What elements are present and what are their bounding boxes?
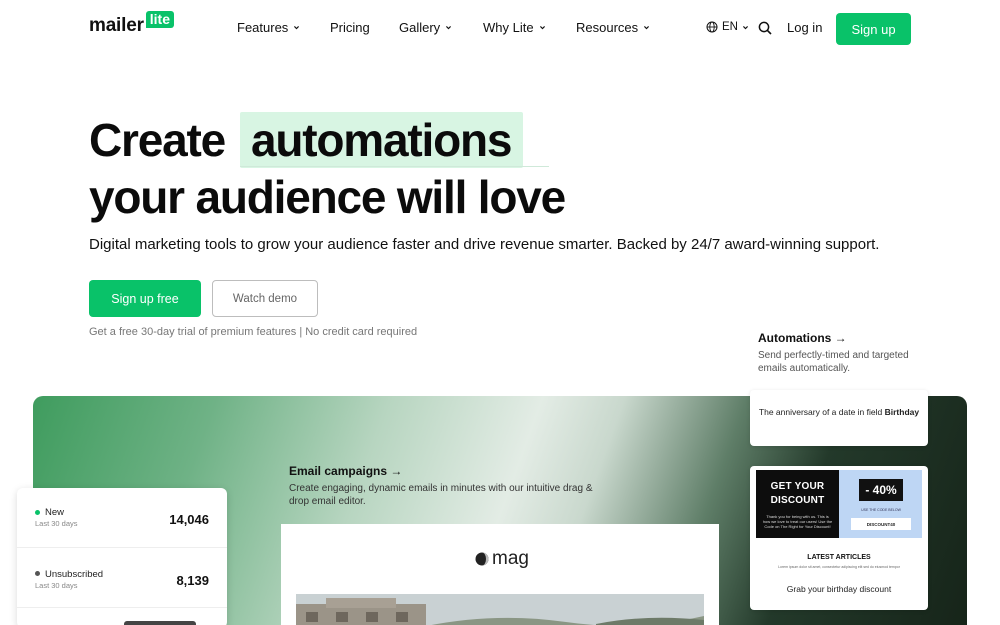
stats-bar (124, 621, 196, 625)
promo-dark-block: GET YOUR DISCOUNT Thank you for being wi… (756, 470, 839, 538)
promo-discount-block: - 40% USE THE CODE BELOW DISCOUNT40 (839, 470, 922, 538)
chevron-down-icon (644, 26, 650, 30)
stat-value: 8,139 (176, 573, 209, 588)
search-icon[interactable] (758, 21, 772, 35)
stat-sub: Last 30 days (35, 581, 78, 590)
building-photo (296, 594, 704, 625)
email-preview-brand-name: mag (492, 548, 529, 569)
subscriber-stats-card: New Last 30 days 14,046 Unsubscribed Las… (17, 488, 227, 625)
nav-item-label: Resources (576, 20, 639, 35)
stat-row-new: New Last 30 days 14,046 (17, 488, 227, 548)
stat-label: New (45, 507, 65, 518)
stat-label: Unsubscribed (45, 569, 104, 580)
headline-line-2: your audience will love (89, 171, 566, 223)
stat-value: 14,046 (169, 512, 209, 527)
trigger-text: The anniversary of a date in field (758, 407, 883, 417)
email-campaigns-description: Create engaging, dynamic emails in minut… (289, 483, 593, 507)
nav-item-resources[interactable]: Resources (576, 20, 650, 35)
latest-articles-sub: Lorem ipsum dolor sit amet, consectetur … (778, 565, 900, 569)
latest-articles-title: LATEST ARTICLES (807, 554, 871, 561)
nav-item-label: Why Lite (483, 20, 534, 35)
nav-item-pricing[interactable]: Pricing (330, 20, 370, 35)
stat-sub: Last 30 days (35, 519, 78, 528)
chevron-down-icon (294, 26, 300, 30)
nav-item-gallery[interactable]: Gallery (399, 20, 452, 35)
promo-headline: GET YOUR DISCOUNT (756, 470, 839, 508)
automation-trigger-card: The anniversary of a date in field Birth… (750, 390, 928, 446)
language-label: EN (722, 21, 738, 33)
logo-badge: lite (145, 11, 175, 28)
hero-subtitle: Digital marketing tools to grow your aud… (89, 236, 880, 253)
signup-button[interactable]: Sign up (836, 13, 911, 45)
promo-percent: - 40% (859, 479, 903, 501)
nav-item-why-lite[interactable]: Why Lite (483, 20, 546, 35)
status-dot (35, 510, 40, 515)
nav-item-features[interactable]: Features (237, 20, 300, 35)
language-selector[interactable]: EN (706, 21, 749, 33)
chevron-down-icon (742, 25, 748, 29)
automations-description: Send perfectly-timed and targeted emails… (758, 350, 909, 374)
chevron-down-icon (446, 26, 452, 30)
login-link[interactable]: Log in (787, 20, 822, 35)
headline-highlight-word: automations (251, 114, 512, 166)
birthday-caption: Grab your birthday discount (786, 584, 892, 594)
top-navigation: mailer lite Features Pricing Gallery Why… (0, 0, 1000, 58)
mag-logo-icon (475, 552, 489, 566)
email-campaigns-link[interactable]: Email campaigns → (289, 464, 402, 478)
nav-item-label: Features (237, 20, 289, 35)
nav-item-label: Gallery (399, 20, 441, 35)
globe-icon (706, 21, 718, 33)
birthday-email-card: GET YOUR DISCOUNT Thank you for being wi… (750, 466, 928, 610)
headline-line-1: Create (89, 114, 226, 166)
email-preview-image (296, 594, 704, 625)
promo-headline-2: DISCOUNT (770, 495, 825, 506)
status-dot (35, 571, 40, 576)
signup-free-button[interactable]: Sign up free (89, 280, 201, 317)
stat-row-unsubscribed: Unsubscribed Last 30 days 8,139 (17, 548, 227, 608)
logo-word: mailer (89, 15, 144, 36)
promo-headline-1: GET YOUR (770, 481, 825, 492)
watch-demo-button[interactable]: Watch demo (212, 280, 318, 317)
email-preview-brand: mag (475, 548, 529, 570)
promo-code-note: USE THE CODE BELOW (861, 508, 901, 512)
promo-code: DISCOUNT40 (851, 518, 911, 530)
latest-articles: LATEST ARTICLES Lorem ipsum dolor sit am… (756, 538, 922, 574)
automations-link[interactable]: Automations → (758, 331, 847, 345)
trigger-field: Birthday (884, 407, 920, 417)
trial-note: Get a free 30-day trial of premium featu… (89, 326, 418, 338)
nav-item-label: Pricing (330, 20, 370, 35)
chevron-down-icon (539, 26, 545, 30)
mailerlite-logo[interactable]: mailer lite (89, 11, 175, 37)
promo-small-text: Thank you for being with us. This is how… (762, 514, 833, 529)
